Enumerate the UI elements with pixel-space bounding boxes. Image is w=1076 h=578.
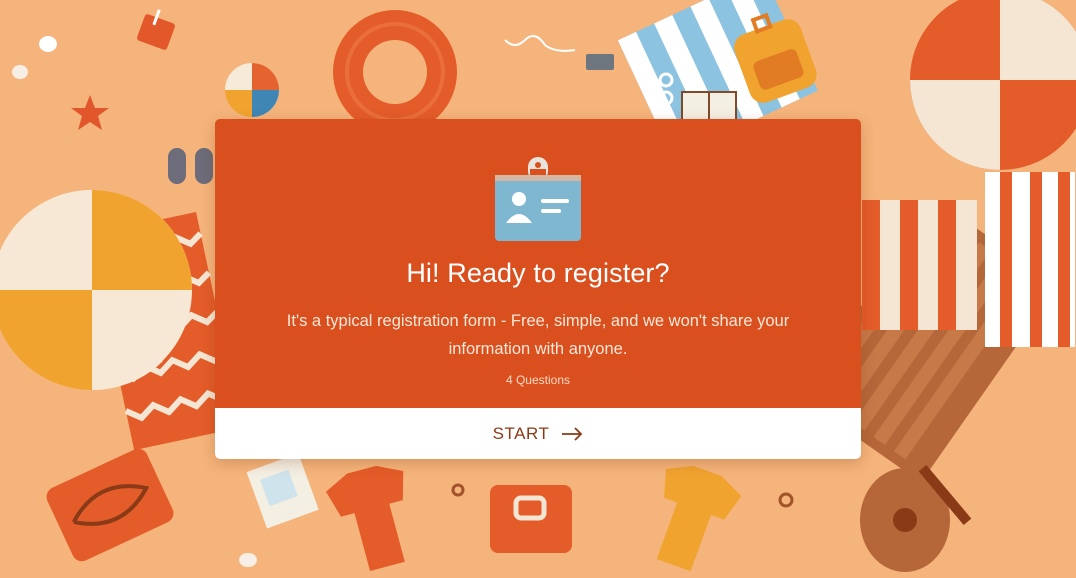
intro-card: Hi! Ready to register? It's a typical re… <box>215 119 861 459</box>
start-button-label: START <box>492 423 550 443</box>
beach-ball-icon <box>225 63 279 117</box>
beach-umbrella-icon <box>0 190 192 391</box>
cooler-box-icon <box>490 485 572 553</box>
form-description: It's a typical registration form - Free,… <box>286 312 790 358</box>
question-count: 4 Questions <box>505 373 571 387</box>
book-icon <box>681 91 737 121</box>
arrow-right-icon <box>562 426 583 441</box>
shell-icon <box>239 553 257 567</box>
phone-icon <box>586 54 614 70</box>
start-button[interactable]: START <box>215 408 861 459</box>
swim-ring-icon <box>333 10 457 134</box>
id-badge-icon <box>495 157 581 241</box>
page-title: Hi! Ready to register? <box>406 258 670 288</box>
